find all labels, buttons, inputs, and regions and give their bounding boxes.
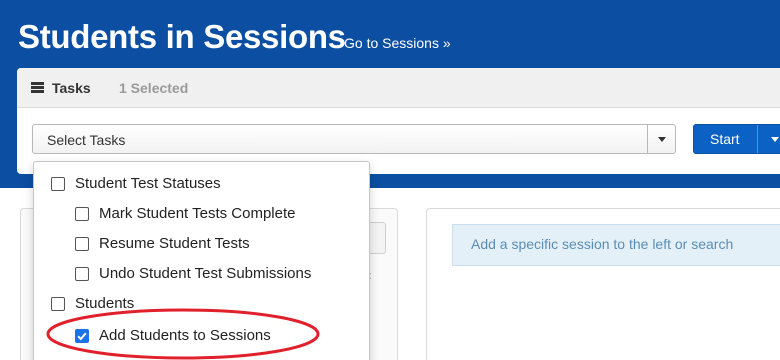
caret-down-icon[interactable]	[771, 137, 779, 142]
select-tasks-toggle[interactable]	[647, 125, 675, 153]
select-tasks-dropdown[interactable]: Select Tasks	[32, 124, 676, 154]
checkbox-icon[interactable]	[75, 237, 89, 251]
checkbox-checked-icon[interactable]	[75, 329, 89, 343]
checkbox-icon[interactable]	[75, 267, 89, 281]
checkbox-icon[interactable]	[51, 297, 65, 311]
tasks-dropdown-menu: Student Test Statuses Mark Student Tests…	[33, 161, 370, 360]
menu-item-label: Resume Student Tests	[99, 235, 250, 252]
start-button[interactable]: Start	[693, 124, 780, 154]
tasks-selected-count: 1 Selected	[119, 80, 189, 96]
go-to-sessions-link[interactable]: Go to Sessions »	[344, 35, 451, 51]
menu-item-label: Undo Student Test Submissions	[99, 265, 312, 282]
tasks-label: Tasks	[52, 80, 91, 96]
menu-item-label: Mark Student Tests Complete	[99, 205, 296, 222]
menu-item-label: Add Students to Sessions	[99, 327, 271, 344]
checkbox-icon[interactable]	[51, 177, 65, 191]
menu-item-label: Students	[75, 295, 135, 312]
checkbox-icon[interactable]	[75, 207, 89, 221]
select-tasks-text: Select Tasks	[47, 132, 126, 148]
tasks-header: Tasks 1 Selected	[17, 68, 780, 108]
info-message-text: Add a specific session to the left or se…	[471, 236, 734, 252]
tasks-panel: Tasks 1 Selected Select Tasks Start	[17, 68, 780, 174]
list-icon	[31, 82, 44, 93]
start-button-divider	[757, 125, 758, 153]
start-button-label: Start	[710, 131, 740, 147]
caret-down-icon	[658, 137, 666, 142]
menu-item-label: Student Test Statuses	[75, 175, 221, 192]
info-message: Add a specific session to the left or se…	[452, 224, 780, 266]
page-title: Students in Sessions	[18, 18, 346, 55]
